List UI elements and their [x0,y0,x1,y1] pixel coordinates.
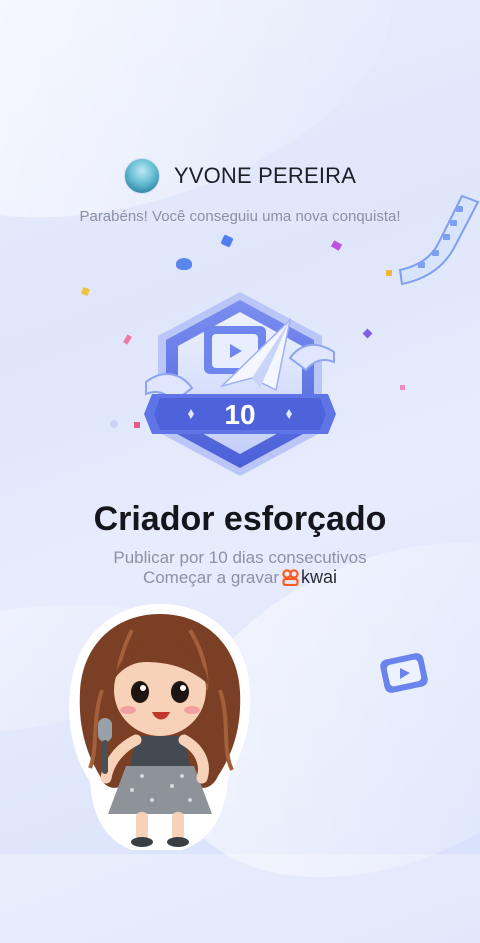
background-sweep-top [0,0,428,274]
confetti-piece [330,240,343,251]
confetti-piece [176,258,192,270]
film-strip-icon [398,194,480,286]
cta-text[interactable]: Começar a gravar [143,568,279,588]
achievement-badge-icon: 10 [144,292,336,476]
kwai-logo-icon [282,569,299,586]
avatar[interactable] [123,158,160,194]
start-recording-cta[interactable]: Começar a gravar kwai [0,567,480,588]
confetti-piece [81,287,90,296]
confetti-piece [110,420,118,428]
confetti-piece [362,328,373,339]
video-play-icon [380,653,428,693]
achievement-description: Publicar por 10 dias consecutivos [113,548,367,567]
achievement-title: Criador esforçado [93,500,387,538]
confetti-piece [220,234,234,248]
character-sticker [69,604,251,850]
badge-number: 10 [224,399,255,430]
confetti-piece [400,385,405,390]
username[interactable]: YVONE PEREIRA [174,163,356,189]
kwai-logo[interactable]: kwai [282,567,337,588]
user-row: YVONE PEREIRA [0,158,480,194]
kwai-brand-text[interactable]: kwai [301,567,337,588]
